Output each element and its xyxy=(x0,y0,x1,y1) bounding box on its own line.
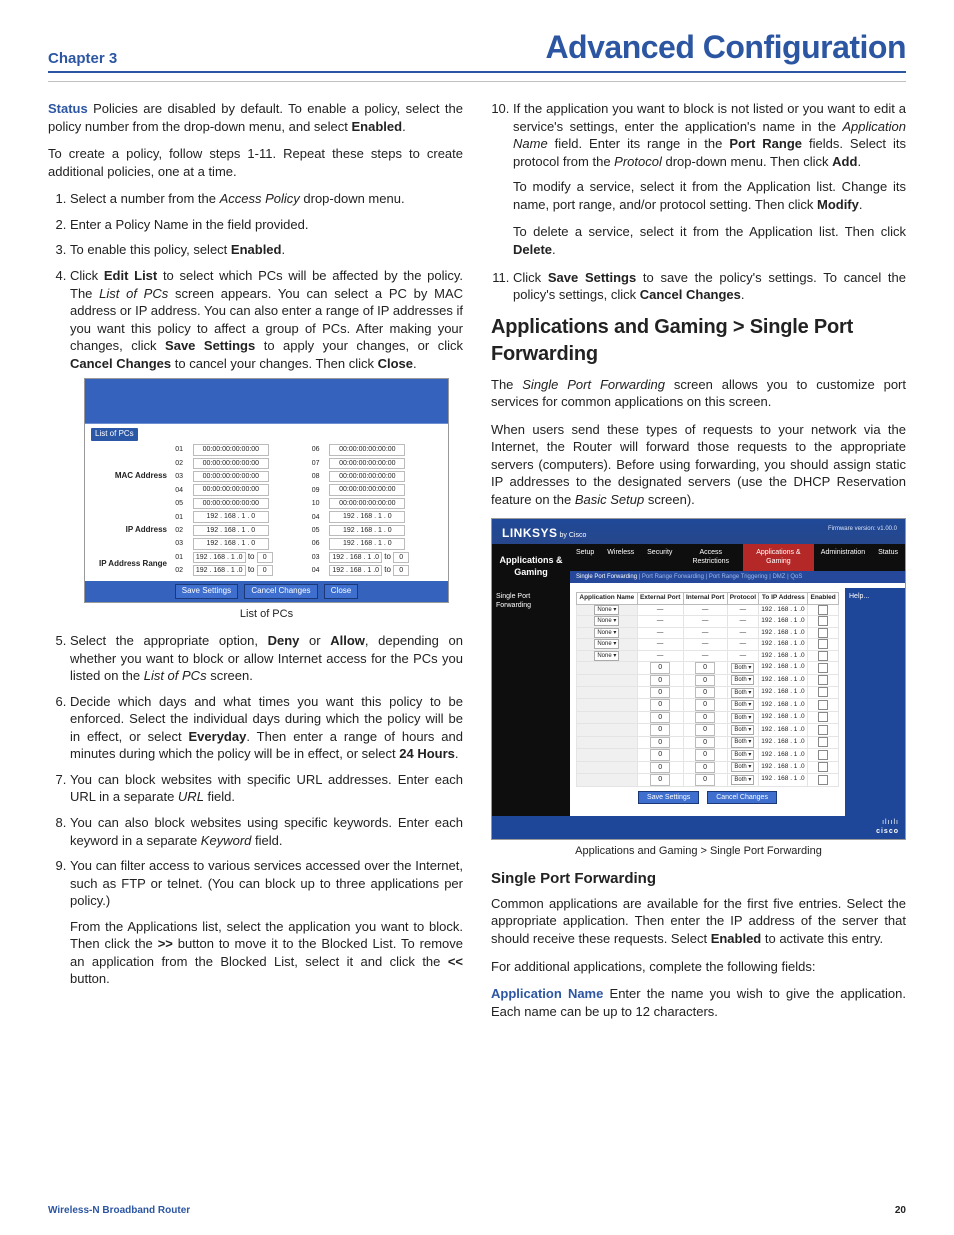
footer-product: Wireless-N Broadband Router xyxy=(48,1204,190,1218)
status-lead: Status xyxy=(48,101,88,116)
mac-input[interactable]: 00:00:00:00:00:00 xyxy=(329,444,405,455)
table-row: None———192 . 168 . 1 .0 xyxy=(577,616,839,627)
page-title: Advanced Configuration xyxy=(545,26,906,69)
router-save-button[interactable]: Save Settings xyxy=(638,791,699,804)
table-row: None———192 . 168 . 1 .0 xyxy=(577,627,839,638)
mac-section-label: MAC Address xyxy=(91,443,169,510)
table-row: 00Both192 . 168 . 1 .0 xyxy=(577,711,839,723)
section-heading-spf: Applications and Gaming > Single Port Fo… xyxy=(491,314,906,368)
enabled-checkbox[interactable] xyxy=(818,605,828,615)
step-10: If the application you want to block is … xyxy=(513,100,906,258)
ip-section-label: IP Address xyxy=(91,510,169,550)
spf-p4: For additional applications, complete th… xyxy=(491,958,906,976)
app-select[interactable]: None xyxy=(594,605,619,615)
step-8: You can also block websites using specif… xyxy=(70,814,463,849)
table-row: 00Both192 . 168 . 1 .0 xyxy=(577,774,839,786)
router-subtabs: Single Port Forwarding | Port Range Forw… xyxy=(570,571,905,583)
firmware-label: Firmware version: v1.00.0 xyxy=(828,525,897,533)
subheading-spf: Single Port Forwarding xyxy=(491,869,906,889)
table-row: 00Both192 . 168 . 1 .0 xyxy=(577,662,839,674)
policy-steps-cont: If the application you want to block is … xyxy=(491,100,906,303)
tab-apps-gaming[interactable]: Applications & Gaming xyxy=(743,544,815,571)
save-settings-button[interactable]: Save Settings xyxy=(175,584,238,599)
status-para: Status Policies are disabled by default.… xyxy=(48,100,463,135)
step-9: You can filter access to various service… xyxy=(70,857,463,988)
tab-security[interactable]: Security xyxy=(641,544,679,571)
table-row: 00Both192 . 168 . 1 .0 xyxy=(577,749,839,761)
table-row: 00Both192 . 168 . 1 .0 xyxy=(577,687,839,699)
figure-caption-spf: Applications and Gaming > Single Port Fo… xyxy=(491,844,906,859)
create-policy-para: To create a policy, follow steps 1-11. R… xyxy=(48,145,463,180)
table-row: None———192 . 168 . 1 .0 xyxy=(577,650,839,661)
table-row: 00Both192 . 168 . 1 .0 xyxy=(577,761,839,773)
step-11: Click Save Settings to save the policy's… xyxy=(513,269,906,304)
step-4: Click Edit List to select which PCs will… xyxy=(70,267,463,622)
footer-page-number: 20 xyxy=(895,1204,906,1218)
close-button[interactable]: Close xyxy=(324,584,358,599)
mac-input[interactable]: 00:00:00:00:00:00 xyxy=(193,444,269,455)
spf-p2: When users send these types of requests … xyxy=(491,421,906,509)
iprange-section-label: IP Address Range xyxy=(91,551,169,578)
help-link[interactable]: Help... xyxy=(849,593,869,600)
right-column: If the application you want to block is … xyxy=(491,100,906,1030)
router-tabs: Setup Wireless Security Access Restricti… xyxy=(570,544,905,571)
tab-setup[interactable]: Setup xyxy=(570,544,601,571)
protocol-select[interactable]: Both xyxy=(731,663,754,673)
step-5: Select the appropriate option, Deny or A… xyxy=(70,632,463,685)
figure-spf-router: LINKSYSby Cisco Firmware version: v1.00.… xyxy=(491,518,906,839)
table-row: 00Both192 . 168 . 1 .0 xyxy=(577,736,839,748)
tab-admin[interactable]: Administration xyxy=(815,544,872,571)
figure-caption-listpc: List of PCs xyxy=(70,607,463,622)
router-section-title: Applications & Gaming xyxy=(492,544,570,588)
cisco-logo: ılıılıcisco xyxy=(492,816,905,839)
tab-access[interactable]: Access Restrictions xyxy=(679,544,743,571)
step-3: To enable this policy, select Enabled. xyxy=(70,241,463,259)
spf-p3: Common applications are available for th… xyxy=(491,895,906,948)
table-row: 00Both192 . 168 . 1 .0 xyxy=(577,724,839,736)
chapter-label: Chapter 3 xyxy=(48,49,117,69)
router-cancel-button[interactable]: Cancel Changes xyxy=(707,791,777,804)
spf-table: Application Name External Port Internal … xyxy=(576,592,839,787)
listpc-title-bar: List of PCs xyxy=(91,428,138,441)
tab-wireless[interactable]: Wireless xyxy=(601,544,641,571)
tab-status[interactable]: Status xyxy=(872,544,905,571)
figure-list-of-pcs: List of PCs MAC Address 0100:00:00:00:00… xyxy=(84,378,449,603)
table-row: None———192 . 168 . 1 .0 xyxy=(577,639,839,650)
step-2: Enter a Policy Name in the field provide… xyxy=(70,216,463,234)
brand-logo: LINKSYS xyxy=(502,526,558,540)
cancel-changes-button[interactable]: Cancel Changes xyxy=(244,584,317,599)
step-7: You can block websites with specific URL… xyxy=(70,771,463,806)
spf-p1: The Single Port Forwarding screen allows… xyxy=(491,376,906,411)
table-row: None———192 . 168 . 1 .0 xyxy=(577,604,839,615)
appname-para: Application Name Enter the name you wish… xyxy=(491,985,906,1020)
table-row: 00Both192 . 168 . 1 .0 xyxy=(577,699,839,711)
left-column: Status Policies are disabled by default.… xyxy=(48,100,463,1030)
listpc-button-row: Save Settings Cancel Changes Close xyxy=(85,581,448,602)
policy-steps: Select a number from the Access Policy d… xyxy=(48,190,463,988)
ip-input[interactable]: 192 . 168 . 1 . 0 xyxy=(193,511,269,522)
table-row: 00Both192 . 168 . 1 .0 xyxy=(577,674,839,686)
step-1: Select a number from the Access Policy d… xyxy=(70,190,463,208)
step-6: Decide which days and what times you wan… xyxy=(70,693,463,763)
router-side-label: Single Port Forwarding xyxy=(492,588,570,816)
